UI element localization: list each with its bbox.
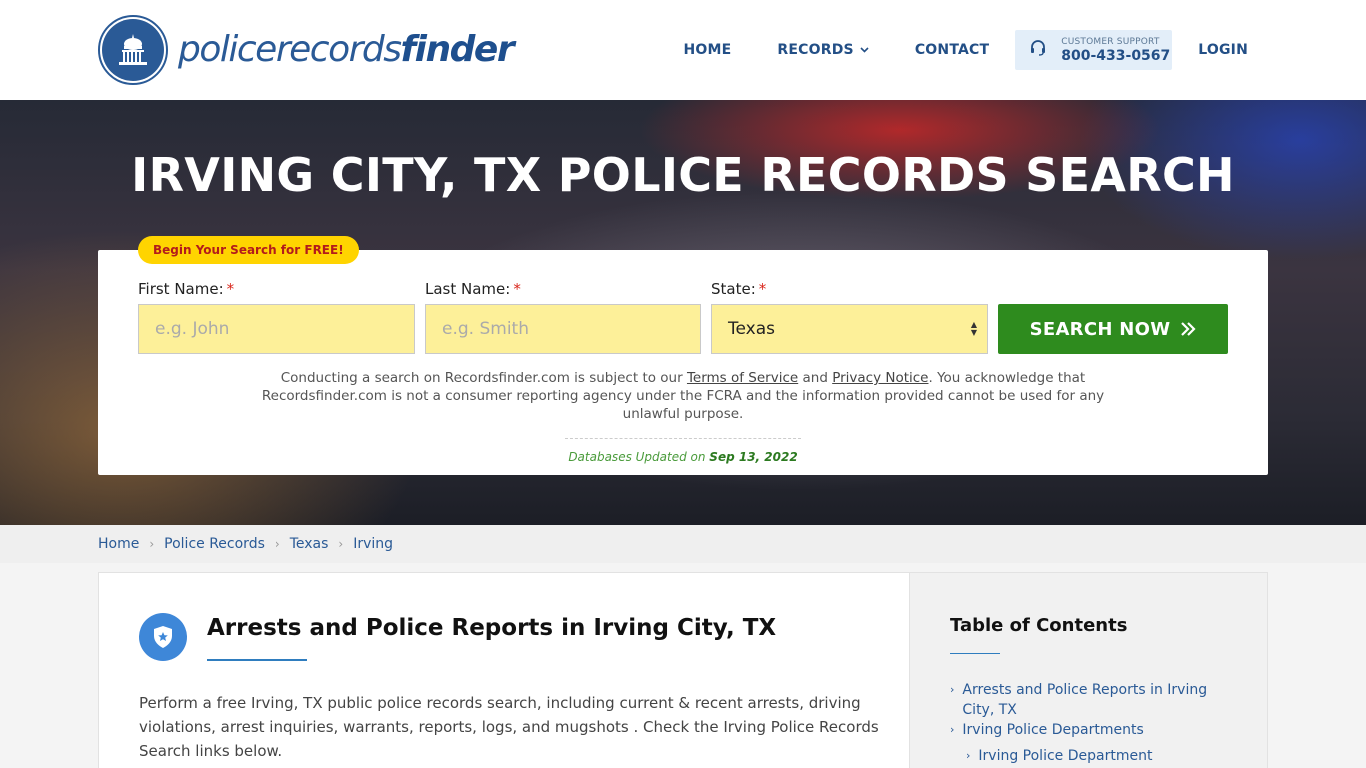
- main-nav: HOME RECORDS CONTACT CUSTOMER SUPPORT 80…: [638, 30, 1249, 70]
- toc-item-label: Irving Police Department: [978, 748, 1153, 764]
- breadcrumb: Home › Police Records › Texas › Irving: [0, 525, 1366, 563]
- site-header: policerecordsfinder HOME RECORDS CONTACT…: [0, 0, 1366, 100]
- first-name-group: First Name: * e.g. John: [138, 280, 415, 354]
- free-search-badge: Begin Your Search for FREE!: [138, 236, 359, 264]
- select-arrows-icon: ▲ ▼: [970, 320, 977, 337]
- search-form: Begin Your Search for FREE! First Name: *…: [98, 236, 1268, 475]
- privacy-notice-link[interactable]: Privacy Notice: [832, 370, 928, 386]
- toc-title: Table of Contents: [950, 615, 1128, 636]
- article-intro: Perform a free Irving, TX public police …: [139, 694, 879, 760]
- toc-item-label: Irving Police Departments: [962, 722, 1144, 738]
- toc-item[interactable]: › Irving Police Department: [966, 746, 1152, 766]
- article-card: Arrests and Police Reports in Irving Cit…: [98, 572, 910, 768]
- database-updated-date: Sep 13, 2022: [709, 450, 798, 464]
- logo-wordmark: policerecordsfinder: [178, 29, 515, 70]
- page-title: IRVING CITY, TX POLICE RECORDS SEARCH: [131, 148, 1235, 202]
- double-chevron-right-icon: [1180, 317, 1196, 341]
- state-select-value: Texas: [728, 319, 775, 339]
- state-group: State: * Texas ▲ ▼: [711, 280, 988, 354]
- toc-item-label: Arrests and Police Reports in Irving Cit…: [962, 682, 1208, 718]
- last-name-input[interactable]: e.g. Smith: [425, 304, 701, 354]
- first-name-label: First Name: *: [138, 280, 235, 298]
- terms-of-service-link[interactable]: Terms of Service: [687, 370, 798, 386]
- chevron-right-icon: ›: [149, 537, 155, 551]
- title-underline: [207, 659, 307, 661]
- toc-underline: [950, 653, 1000, 654]
- nav-records-label: RECORDS: [777, 42, 854, 58]
- article-title: Arrests and Police Reports in Irving Cit…: [207, 615, 777, 641]
- nav-contact[interactable]: CONTACT: [915, 42, 989, 58]
- hero-banner: IRVING CITY, TX POLICE RECORDS SEARCH Be…: [0, 100, 1366, 525]
- nav-home[interactable]: HOME: [684, 42, 732, 58]
- police-badge-icon: [139, 613, 187, 661]
- nav-records[interactable]: RECORDS: [777, 42, 869, 58]
- search-now-button[interactable]: SEARCH NOW: [998, 304, 1228, 354]
- last-name-group: Last Name: * e.g. Smith: [425, 280, 701, 354]
- site-logo[interactable]: policerecordsfinder: [98, 15, 515, 85]
- search-disclaimer: Conducting a search on Recordsfinder.com…: [261, 370, 1105, 422]
- breadcrumb-irving[interactable]: Irving: [353, 536, 393, 552]
- chevron-right-icon: ›: [274, 537, 280, 551]
- first-name-input[interactable]: e.g. John: [138, 304, 415, 354]
- headset-icon: [1029, 39, 1047, 61]
- database-updated-note: Databases Updated on Sep 13, 2022: [565, 438, 801, 464]
- chevron-right-icon: ›: [966, 749, 971, 762]
- chevron-right-icon: ›: [338, 537, 344, 551]
- chevron-right-icon: ›: [950, 723, 955, 736]
- state-select[interactable]: Texas ▲ ▼: [711, 304, 988, 354]
- toc-item[interactable]: › Arrests and Police Reports in Irving C…: [950, 680, 1230, 720]
- toc-item[interactable]: › Irving Police Departments: [950, 720, 1144, 740]
- capitol-logo-icon: [98, 15, 168, 85]
- breadcrumb-texas[interactable]: Texas: [290, 536, 329, 552]
- breadcrumb-home[interactable]: Home: [98, 536, 139, 552]
- support-phone[interactable]: 800-433-0567: [1061, 49, 1170, 63]
- support-label: CUSTOMER SUPPORT: [1061, 36, 1160, 47]
- chevron-down-icon: [860, 45, 869, 56]
- last-name-label: Last Name: *: [425, 280, 521, 298]
- breadcrumb-police-records[interactable]: Police Records: [164, 536, 265, 552]
- nav-login[interactable]: LOGIN: [1198, 42, 1248, 58]
- table-of-contents: Table of Contents › Arrests and Police R…: [910, 572, 1268, 768]
- search-now-label: SEARCH NOW: [1029, 318, 1171, 340]
- state-label: State: *: [711, 280, 767, 298]
- chevron-right-icon: ›: [950, 683, 955, 696]
- customer-support-box[interactable]: CUSTOMER SUPPORT 800-433-0567: [1015, 30, 1173, 70]
